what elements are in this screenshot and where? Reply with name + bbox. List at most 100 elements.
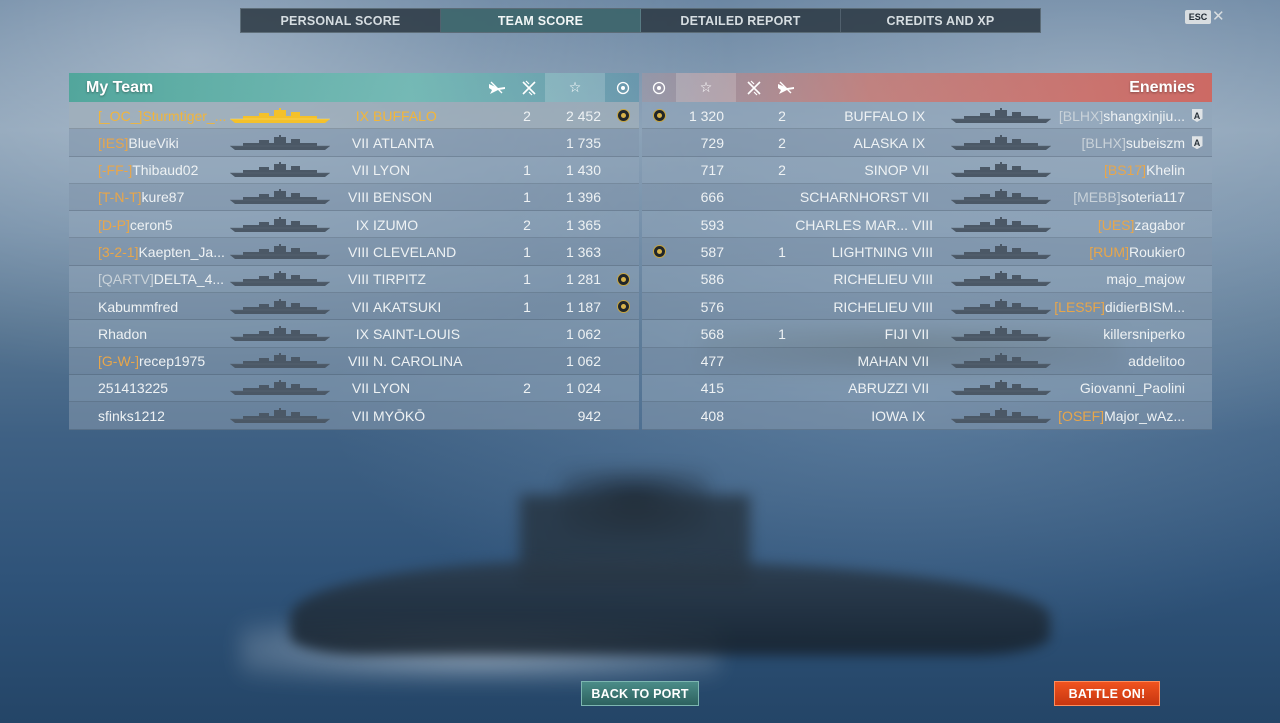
ship-tier: IX	[355, 107, 369, 124]
enemy-row[interactable]: 587 1 LIGHTNING VIII [RUM] Roukier0	[642, 238, 1212, 266]
enemy-row[interactable]: 593 CHARLES MAR... VIII [UES] zagabor	[642, 211, 1212, 239]
plane-destroyed-icon[interactable]	[770, 73, 802, 102]
ship-silhouette-icon	[938, 238, 1052, 265]
clan-tag: [LES5F]	[1054, 298, 1105, 315]
base-xp-score: 576	[700, 298, 724, 315]
ship-tier: IX	[355, 325, 369, 342]
enemies-title: Enemies	[1129, 78, 1195, 96]
base-xp-score: 415	[700, 380, 724, 397]
player-name: shangxinjiu...	[1103, 107, 1185, 124]
clan-tag: [IES]	[98, 134, 129, 151]
medal-cell	[646, 266, 672, 293]
ship-silhouette-icon	[229, 402, 332, 429]
ship-name: FIJI	[884, 325, 908, 342]
division-cell	[1190, 238, 1204, 265]
ship-tier: VIII	[347, 353, 369, 370]
ships-destroyed-value: 1	[523, 162, 531, 179]
tab-detailed-report[interactable]: DETAILED REPORT	[641, 9, 841, 32]
clan-tag: [G-W-]	[98, 353, 139, 370]
player-name-cell: [BS17] Khelin	[1042, 157, 1185, 184]
player-name-cell: majo_majow	[1042, 266, 1185, 293]
star-icon[interactable]: ☆	[676, 73, 736, 102]
ships-destroyed-value	[511, 129, 543, 156]
player-name: addelitoo	[1128, 353, 1185, 370]
star-icon[interactable]: ☆	[545, 73, 605, 102]
player-name-cell: Giovanni_Paolini	[1042, 375, 1185, 402]
ship-silhouette-icon	[938, 375, 1052, 402]
base-xp-score: 568	[700, 325, 724, 342]
enemy-row[interactable]: 576 RICHELIEU VIII [LES5F] didierBISM...	[642, 293, 1212, 321]
back-to-port-button[interactable]: BACK TO PORT	[581, 681, 699, 706]
ships-destroyed-value: 2	[523, 216, 531, 233]
enemy-row[interactable]: 477 MAHAN VII addelitoo	[642, 347, 1212, 375]
division-badge: A	[1191, 109, 1203, 122]
player-row[interactable]: [_OC_] Sturmtiger_... IX BUFFALO 2 2 452	[69, 102, 639, 130]
ship-destroyed-icon[interactable]	[513, 73, 545, 102]
tab-personal-score[interactable]: PERSONAL SCORE	[241, 9, 441, 32]
planes-destroyed-value	[479, 266, 511, 293]
medal-cell	[646, 129, 672, 156]
enemy-row[interactable]: 1 320 2 BUFFALO IX [BLHX] shangxinjiu... A	[642, 102, 1212, 130]
division-cell	[1190, 266, 1204, 293]
tab-team-score[interactable]: TEAM SCORE	[441, 9, 641, 32]
player-row[interactable]: [IES] BlueViki VII ATLANTA 1 735	[69, 129, 639, 157]
player-name-cell: [-FF-] Thibaud02	[98, 157, 226, 184]
player-name-cell: [LES5F] didierBISM...	[1042, 293, 1185, 320]
esc-key-badge[interactable]: ESC	[1185, 10, 1211, 24]
player-name-cell: [G-W-] recep1975	[98, 348, 226, 375]
planes-destroyed-value	[479, 102, 511, 129]
player-row[interactable]: [D-P] ceron5 IX IZUMO 2 1 365	[69, 211, 639, 239]
clan-tag: [BLHX]	[1081, 134, 1126, 151]
player-row[interactable]: [T-N-T] kure87 VIII BENSON 1 1 396	[69, 183, 639, 212]
medal-icon[interactable]	[609, 73, 637, 102]
player-row[interactable]: [QARTV] DELTA_4... VIII TIRPITZ 1 1 281	[69, 265, 639, 294]
background-ship-hull	[290, 560, 1050, 655]
ship-silhouette-icon	[229, 266, 332, 293]
ships-destroyed-value: 2	[523, 107, 531, 124]
enemy-row[interactable]: 729 2 ALASKA IX [BLHX] subeiszm A	[642, 129, 1212, 157]
medal-cell	[609, 375, 637, 402]
player-row[interactable]: Kabummfred VII AKATSUKI 1 1 187	[69, 293, 639, 321]
base-xp-score: 666	[700, 189, 724, 206]
planes-destroyed-value	[479, 293, 511, 320]
player-row[interactable]: [-FF-] Thibaud02 VII LYON 1 1 430	[69, 156, 639, 184]
medal-cell	[646, 184, 672, 211]
player-name: Kabummfred	[98, 298, 179, 315]
ship-destroyed-icon[interactable]	[738, 73, 770, 102]
enemy-row[interactable]: 408 IOWA IX [OSEF] Major_wAz...	[642, 402, 1212, 430]
player-name: DELTA_4...	[153, 271, 225, 288]
player-row[interactable]: sfinks1212 VII MYŌKŌ 942	[69, 402, 639, 430]
close-icon[interactable]: ✕	[1212, 7, 1225, 25]
player-row[interactable]: 251413225 VII LYON 2 1 024	[69, 374, 639, 403]
ships-destroyed-value: 1	[523, 298, 531, 315]
medal-cell	[646, 102, 672, 129]
ship-name: MAHAN	[857, 353, 908, 370]
result-tabs: PERSONAL SCORE TEAM SCORE DETAILED REPOR…	[240, 8, 1041, 33]
medal-cell	[609, 402, 637, 429]
base-xp-score: 729	[700, 134, 724, 151]
enemy-row[interactable]: 586 RICHELIEU VIII majo_majow	[642, 265, 1212, 294]
enemy-row[interactable]: 568 1 FIJI VII killersniperko	[642, 320, 1212, 348]
ship-silhouette-icon	[229, 211, 332, 238]
enemy-row[interactable]: 666 SCHARNHORST VII [MEBB] soteria117	[642, 183, 1212, 212]
player-name-cell: Rhadon	[98, 320, 226, 347]
player-row[interactable]: [G-W-] recep1975 VIII N. CAROLINA 1 062	[69, 347, 639, 375]
medal-cell	[609, 238, 637, 265]
ship-silhouette-icon	[938, 157, 1052, 184]
player-name-cell: addelitoo	[1042, 348, 1185, 375]
plane-destroyed-icon[interactable]	[481, 73, 513, 102]
medal-icon[interactable]	[644, 73, 674, 102]
ship-tier: VII	[351, 380, 369, 397]
battle-on-button[interactable]: BATTLE ON!	[1054, 681, 1160, 706]
ship-tier: VIII	[347, 243, 369, 260]
player-row[interactable]: Rhadon IX SAINT-LOUIS 1 062	[69, 320, 639, 348]
tab-credits-and-xp[interactable]: CREDITS AND XP	[841, 9, 1040, 32]
ship-name: SAINT-LOUIS	[373, 325, 461, 342]
base-xp-score: 1 365	[565, 216, 601, 233]
player-row[interactable]: [3-2-1] Kaepten_Ja... VIII CLEVELAND 1 1 363	[69, 238, 639, 266]
ship-name: LYON	[373, 380, 411, 397]
clan-tag: [UES]	[1097, 216, 1135, 233]
ship-silhouette-icon	[938, 129, 1052, 156]
enemy-row[interactable]: 415 ABRUZZI VII Giovanni_Paolini	[642, 374, 1212, 403]
enemy-row[interactable]: 717 2 SINOP VII [BS17] Khelin	[642, 156, 1212, 184]
